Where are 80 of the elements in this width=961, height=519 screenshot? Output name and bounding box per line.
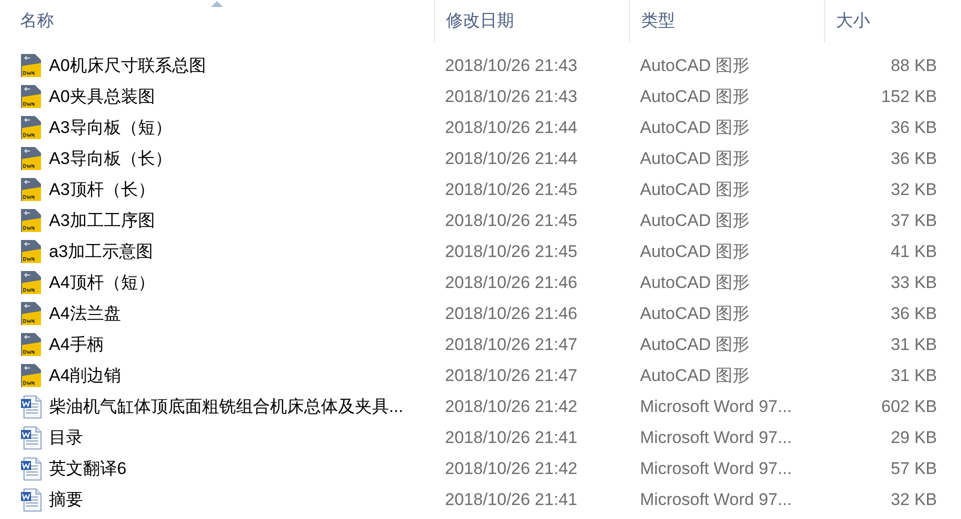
sort-ascending-icon [211, 1, 223, 7]
file-name[interactable]: A0夹具总装图 [49, 84, 155, 110]
file-type: AutoCAD 图形 [640, 148, 750, 168]
dwg-file-icon [20, 302, 42, 326]
dwg-file-icon [20, 270, 42, 294]
file-size: 152 KB [881, 86, 937, 106]
modified-date: 2018/10/26 21:45 [445, 210, 578, 230]
dwg-file-icon [20, 208, 42, 232]
word-document-icon [20, 488, 42, 512]
file-name[interactable]: 摘要 [49, 486, 83, 512]
file-type: AutoCAD 图形 [640, 180, 750, 198]
dwg-file-icon [20, 332, 42, 356]
file-type: AutoCAD 图形 [640, 56, 750, 74]
column-header[interactable]: 类型 [641, 8, 675, 34]
file-name[interactable]: A4削边销 [49, 362, 121, 388]
file-type: AutoCAD 图形 [640, 210, 750, 230]
word-document-icon [20, 394, 42, 418]
file-size: 29 KB [890, 428, 937, 446]
file-name[interactable]: A0机床尺寸联系总图 [49, 52, 206, 78]
modified-date: 2018/10/26 21:45 [445, 180, 578, 198]
dwg-file-icon [20, 54, 42, 78]
file-name[interactable]: A3导向板（长） [49, 146, 172, 172]
modified-date: 2018/10/26 21:42 [445, 396, 578, 416]
file-type: AutoCAD 图形 [640, 118, 750, 136]
dwg-file-icon [20, 240, 42, 264]
file-type: Microsoft Word 97... [640, 458, 792, 478]
dwg-file-icon [20, 116, 42, 140]
file-size: 36 KB [890, 148, 937, 168]
file-type: AutoCAD 图形 [640, 86, 750, 106]
file-type: AutoCAD 图形 [640, 242, 750, 260]
modified-date: 2018/10/26 21:41 [445, 490, 578, 508]
file-size: 41 KB [890, 242, 937, 260]
file-name[interactable]: A3导向板（短） [49, 114, 172, 140]
file-type: Microsoft Word 97... [640, 396, 792, 416]
file-type: AutoCAD 图形 [640, 272, 750, 292]
file-size: 57 KB [890, 458, 937, 478]
dwg-file-icon [20, 364, 42, 388]
file-name[interactable]: A4顶杆（短） [49, 270, 155, 296]
file-size: 88 KB [890, 56, 937, 74]
file-name[interactable]: 英文翻译6 [49, 456, 126, 482]
file-size: 37 KB [890, 210, 937, 230]
word-document-icon [20, 426, 42, 450]
file-size: 31 KB [890, 366, 937, 384]
dwg-file-icon [20, 178, 42, 202]
file-name[interactable]: A3顶杆（长） [49, 176, 155, 202]
file-size: 36 KB [890, 304, 937, 322]
modified-date: 2018/10/26 21:46 [445, 272, 578, 292]
modified-date: 2018/10/26 21:44 [445, 118, 578, 136]
dwg-file-icon [20, 84, 42, 108]
modified-date: 2018/10/26 21:43 [445, 86, 578, 106]
file-name[interactable]: A3加工工序图 [49, 208, 155, 234]
file-type: AutoCAD 图形 [640, 366, 750, 384]
file-type: Microsoft Word 97... [640, 490, 792, 508]
column-header[interactable]: 修改日期 [446, 8, 514, 34]
file-size: 32 KB [890, 490, 937, 508]
file-type: AutoCAD 图形 [640, 334, 750, 354]
modified-date: 2018/10/26 21:43 [445, 56, 578, 74]
file-name[interactable]: A4法兰盘 [49, 300, 121, 326]
file-type: Microsoft Word 97... [640, 428, 792, 446]
modified-date: 2018/10/26 21:41 [445, 428, 578, 446]
word-document-icon [20, 456, 42, 480]
file-name[interactable]: 柴油机气缸体顶底面粗铣组合机床总体及夹具... [49, 394, 404, 420]
file-size: 32 KB [890, 180, 937, 198]
file-size: 36 KB [890, 118, 937, 136]
file-type: AutoCAD 图形 [640, 304, 750, 322]
file-name[interactable]: 目录 [49, 424, 83, 450]
modified-date: 2018/10/26 21:45 [445, 242, 578, 260]
modified-date: 2018/10/26 21:44 [445, 148, 578, 168]
modified-date: 2018/10/26 21:42 [445, 458, 578, 478]
file-size: 602 KB [881, 396, 937, 416]
column-header[interactable]: 名称 [20, 8, 54, 34]
column-header[interactable]: 大小 [836, 8, 870, 34]
file-size: 31 KB [890, 334, 937, 354]
dwg-file-icon [20, 146, 42, 170]
modified-date: 2018/10/26 21:46 [445, 304, 578, 322]
modified-date: 2018/10/26 21:47 [445, 334, 578, 354]
file-name[interactable]: a3加工示意图 [49, 238, 153, 264]
file-name[interactable]: A4手柄 [49, 332, 104, 358]
modified-date: 2018/10/26 21:47 [445, 366, 578, 384]
file-size: 33 KB [890, 272, 937, 292]
